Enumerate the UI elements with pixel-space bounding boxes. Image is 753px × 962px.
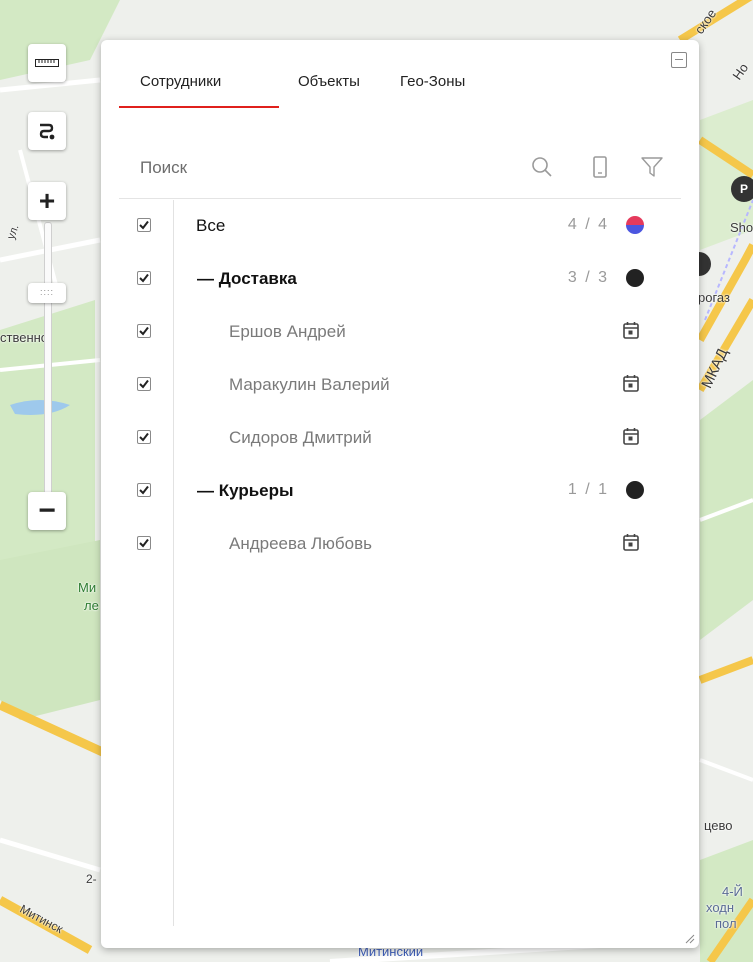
tree-label-person[interactable]: Ершов Андрей bbox=[229, 322, 346, 342]
calendar-icon[interactable] bbox=[622, 426, 640, 446]
route-button[interactable] bbox=[28, 112, 66, 150]
search-input[interactable] bbox=[119, 148, 522, 188]
checkbox-group-couriers[interactable] bbox=[137, 483, 151, 497]
tree-row-person: Сидоров Дмитрий bbox=[101, 428, 699, 483]
checkbox-group-delivery[interactable] bbox=[137, 271, 151, 285]
black-dot-icon bbox=[626, 269, 644, 287]
map-label-metro: рогаз bbox=[698, 290, 730, 305]
ruler-icon bbox=[35, 59, 59, 67]
map-label-bottom-num: 2- bbox=[86, 872, 97, 886]
tree-row-group: — Курьеры 1 / 1 bbox=[101, 481, 699, 536]
check-icon bbox=[139, 432, 149, 442]
multicolor-dot-icon bbox=[626, 216, 644, 234]
tree-row-all: Все 4 / 4 bbox=[101, 216, 699, 271]
checkbox-person[interactable] bbox=[137, 430, 151, 444]
tree-label-all[interactable]: Все bbox=[196, 216, 225, 236]
map-label-br-4: пол bbox=[715, 916, 737, 931]
check-icon bbox=[139, 485, 149, 495]
ruler-button[interactable] bbox=[28, 44, 66, 82]
plus-icon: + bbox=[38, 185, 56, 216]
route-icon bbox=[39, 123, 55, 140]
tree-row-person: Андреева Любовь bbox=[101, 534, 699, 589]
map-label-shop: Sho bbox=[730, 220, 753, 235]
calendar-icon[interactable] bbox=[622, 373, 640, 393]
map-label-br-2: 4-Й bbox=[722, 884, 743, 899]
tree-label-person[interactable]: Сидоров Дмитрий bbox=[229, 428, 372, 448]
map-label-green-2: ле bbox=[84, 598, 99, 613]
black-dot-icon bbox=[626, 481, 644, 499]
zoom-slider-handle[interactable]: :::: bbox=[28, 283, 66, 303]
checkbox-person[interactable] bbox=[137, 324, 151, 338]
zoom-in-button[interactable]: + bbox=[28, 182, 66, 220]
tree-row-person: Ершов Андрей bbox=[101, 322, 699, 377]
minimize-icon[interactable] bbox=[671, 52, 687, 68]
checkbox-all[interactable] bbox=[137, 218, 151, 232]
tab-geozones[interactable]: Гео-Зоны bbox=[400, 68, 520, 104]
check-icon bbox=[139, 379, 149, 389]
zoom-out-button[interactable]: − bbox=[28, 492, 66, 530]
tree-row-group: — Доставка 3 / 3 bbox=[101, 269, 699, 324]
check-icon bbox=[139, 326, 149, 336]
resize-handle-icon[interactable] bbox=[683, 932, 695, 944]
minus-icon: − bbox=[38, 494, 56, 527]
count-all: 4 / 4 bbox=[567, 216, 609, 233]
tree-label-group-delivery[interactable]: — Доставка bbox=[197, 269, 297, 289]
filter-icon[interactable] bbox=[639, 154, 665, 180]
check-icon bbox=[139, 273, 149, 283]
tab-objects[interactable]: Объекты bbox=[271, 68, 400, 104]
tab-employees[interactable]: Сотрудники bbox=[119, 68, 271, 104]
map-label-br-1: цево bbox=[704, 818, 733, 833]
tree-label-person[interactable]: Маракулин Валерий bbox=[229, 375, 390, 395]
count-group-delivery: 3 / 3 bbox=[567, 269, 609, 286]
tree-label-person[interactable]: Андреева Любовь bbox=[229, 534, 372, 554]
search-icon[interactable] bbox=[529, 154, 555, 180]
search-bar bbox=[119, 138, 681, 199]
employees-panel: Сотрудники Объекты Гео-Зоны Все 4 / 4 — bbox=[101, 40, 699, 948]
tree-label-group-couriers[interactable]: — Курьеры bbox=[197, 481, 294, 501]
active-tab-indicator bbox=[119, 106, 279, 108]
map-label-br-3: ходн bbox=[706, 900, 735, 915]
tree-row-person: Маракулин Валерий bbox=[101, 375, 699, 430]
check-icon bbox=[139, 220, 149, 230]
checkbox-person[interactable] bbox=[137, 536, 151, 550]
checkbox-person[interactable] bbox=[137, 377, 151, 391]
poi-marker[interactable]: P bbox=[731, 176, 753, 202]
calendar-icon[interactable] bbox=[622, 532, 640, 552]
map-label-green-1: Ми bbox=[78, 580, 97, 595]
check-icon bbox=[139, 538, 149, 548]
count-group-couriers: 1 / 1 bbox=[567, 481, 609, 498]
map-label-district: ственно bbox=[0, 330, 49, 345]
calendar-icon[interactable] bbox=[622, 320, 640, 340]
phone-icon[interactable] bbox=[587, 154, 613, 180]
zoom-slider-track[interactable] bbox=[44, 222, 52, 502]
